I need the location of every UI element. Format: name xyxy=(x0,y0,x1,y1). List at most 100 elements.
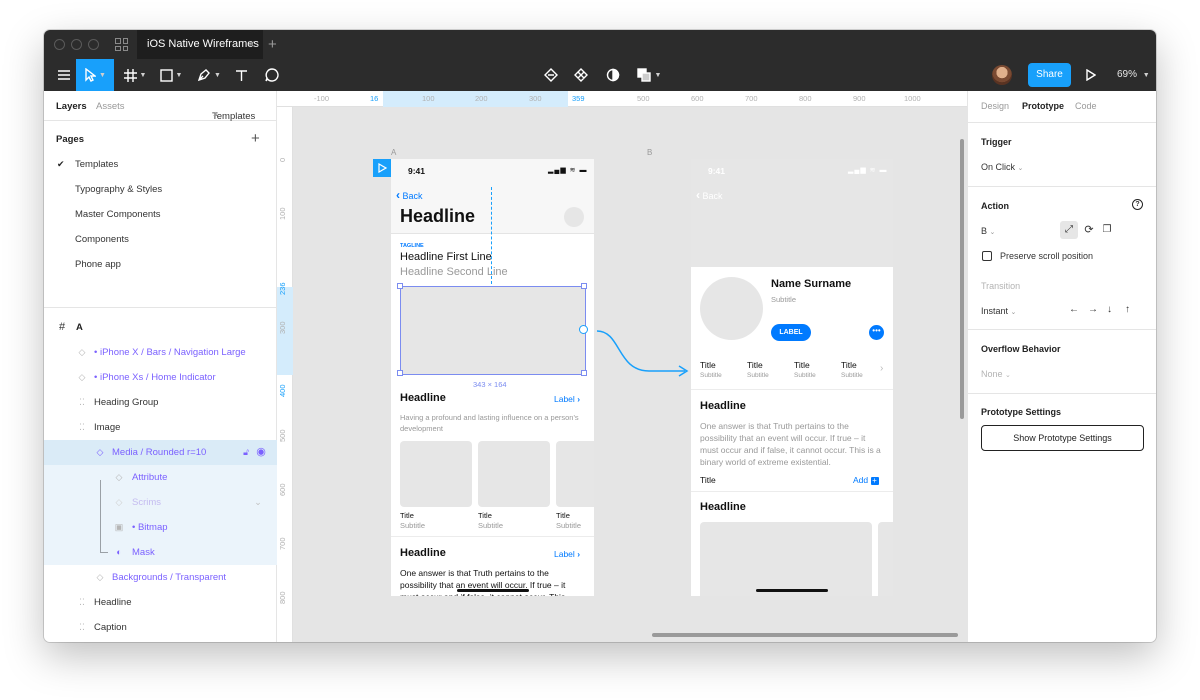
move-tool-button[interactable]: ▼ xyxy=(76,59,114,91)
pen-tool-button[interactable]: ▼ xyxy=(194,59,224,91)
navigate-icon[interactable]: ⤢ xyxy=(1060,221,1078,239)
back-button[interactable]: ‹ Back xyxy=(396,188,423,202)
layer-bitmap[interactable]: ▣ • Bitmap xyxy=(44,515,277,540)
section-headline: Headline xyxy=(700,400,746,412)
comment-tool-button[interactable] xyxy=(260,59,284,91)
frame-label-b[interactable]: B xyxy=(647,148,652,157)
unlock-icon[interactable]: 🔓︎ xyxy=(240,440,252,465)
mask-icon: ◐ xyxy=(116,547,122,557)
chevron-right-icon[interactable]: › xyxy=(880,363,883,374)
section-label-link[interactable]: Label › xyxy=(554,549,580,559)
layer-caption[interactable]: ⁚⁚ Caption xyxy=(44,615,277,640)
share-button[interactable]: Share xyxy=(1028,63,1071,87)
page-item-phone-app[interactable]: Phone app xyxy=(75,259,121,270)
add-link[interactable]: Add + xyxy=(853,475,879,485)
canvas[interactable]: -100 16 100 200 300 359 500 600 700 800 … xyxy=(277,91,967,642)
tab-code[interactable]: Code xyxy=(1075,101,1097,111)
resize-handle[interactable] xyxy=(397,370,403,376)
page-item-typography[interactable]: Typography & Styles xyxy=(75,184,162,195)
main-menu-icon[interactable] xyxy=(52,59,76,91)
trigger-dropdown[interactable]: On Click ⌄ xyxy=(981,162,1023,172)
help-icon[interactable]: ? xyxy=(1132,199,1143,210)
swap-icon[interactable]: ⟳ xyxy=(1080,221,1098,239)
card-image[interactable] xyxy=(556,441,594,507)
layer-backgrounds[interactable]: ◇ Backgrounds / Transparent xyxy=(44,565,277,590)
tab-prototype[interactable]: Prototype xyxy=(1022,101,1064,111)
media-rounded-selected[interactable] xyxy=(400,286,586,375)
frame-b[interactable]: 9:41 ▂▄▆ ≋ ▬ ‹ Back Name Surname Subtitl… xyxy=(691,159,893,596)
layer-image[interactable]: ⁚⁚ Image xyxy=(44,415,277,440)
card-image[interactable] xyxy=(700,522,872,596)
layer-mask[interactable]: ◐ Mask xyxy=(44,540,277,565)
overlay-icon[interactable]: ❐ xyxy=(1098,221,1116,239)
eye-icon[interactable]: ◉ xyxy=(255,440,267,465)
present-button[interactable] xyxy=(1082,59,1100,91)
arrow-right-icon[interactable]: → xyxy=(1088,304,1098,315)
tab-assets[interactable]: Assets xyxy=(96,101,125,112)
frame-a[interactable]: 9:41 ▂▄▆ ≋ ▬ ‹ Back Headline TAGLINE Hea… xyxy=(391,159,594,596)
document-tab[interactable]: iOS Native Wireframes × xyxy=(137,30,263,59)
prototype-connection-handle[interactable] xyxy=(579,325,588,334)
card-image[interactable] xyxy=(400,441,472,507)
chevron-down-icon: ▼ xyxy=(1142,72,1150,79)
status-icons: ▂▄▆ ≋ ▬ xyxy=(548,167,588,174)
mask-button[interactable] xyxy=(602,59,624,91)
hidden-icon[interactable]: ⌄ xyxy=(252,490,264,515)
layer-attribute[interactable]: ◇ Attribute xyxy=(44,465,277,490)
add-page-button[interactable]: + xyxy=(251,130,260,147)
close-tab-icon[interactable]: × xyxy=(248,30,255,59)
avatar[interactable] xyxy=(564,207,584,227)
boolean-ops-button[interactable]: ▼ xyxy=(634,59,664,91)
frame-label-a[interactable]: A xyxy=(391,148,396,157)
resize-handle[interactable] xyxy=(397,283,403,289)
prototype-start-button[interactable] xyxy=(373,159,391,177)
component-button[interactable] xyxy=(570,59,592,91)
ruler-tick: 359 xyxy=(572,94,585,103)
layer-media-rounded[interactable]: ◇ Media / Rounded r=10 🔓︎ ◉ xyxy=(44,440,277,465)
page-item-templates[interactable]: Templates xyxy=(75,159,118,170)
transition-dropdown[interactable]: Instant ⌄ xyxy=(981,306,1016,316)
shape-tool-button[interactable]: ▼ xyxy=(156,59,186,91)
prototype-connector[interactable] xyxy=(597,323,693,379)
preserve-scroll-checkbox[interactable] xyxy=(982,251,992,261)
page-item-components[interactable]: Components xyxy=(75,234,129,245)
profile-name: Name Surname xyxy=(771,278,852,290)
resize-handle[interactable] xyxy=(581,370,587,376)
layer-frame-a[interactable]: # A xyxy=(44,315,277,340)
close-window-button[interactable] xyxy=(54,39,65,50)
avatar[interactable] xyxy=(992,65,1012,85)
create-component-button[interactable] xyxy=(540,59,562,91)
layer-scrims[interactable]: ◇ Scrims ⌄ xyxy=(44,490,277,515)
arrow-down-icon[interactable]: ↓ xyxy=(1107,304,1112,315)
section-label-link[interactable]: Label › xyxy=(554,394,580,404)
show-prototype-settings-button[interactable]: Show Prototype Settings xyxy=(981,425,1144,451)
card-image[interactable] xyxy=(478,441,550,507)
overflow-dropdown[interactable]: None ⌄ xyxy=(981,369,1011,379)
zoom-dropdown[interactable]: 69% ▼ xyxy=(1117,59,1150,91)
text-tool-button[interactable] xyxy=(230,59,252,91)
layer-heading-group[interactable]: ⁚⁚ Heading Group xyxy=(44,390,277,415)
arrow-up-icon[interactable]: ↑ xyxy=(1125,304,1130,315)
home-indicator xyxy=(457,589,529,592)
profile-avatar[interactable] xyxy=(700,277,763,340)
layer-headline[interactable]: ⁚⁚ Headline xyxy=(44,590,277,615)
file-browser-icon[interactable] xyxy=(115,38,128,51)
card-image[interactable] xyxy=(878,522,893,596)
destination-dropdown[interactable]: B ⌄ xyxy=(981,226,995,236)
maximize-window-button[interactable] xyxy=(88,39,99,50)
tab-layers[interactable]: Layers xyxy=(56,101,87,112)
resize-handle[interactable] xyxy=(581,283,587,289)
page-item-master-components[interactable]: Master Components xyxy=(75,209,161,220)
new-tab-button[interactable]: + xyxy=(268,30,277,59)
layer-nav-large[interactable]: ◇ • iPhone X / Bars / Navigation Large xyxy=(44,340,277,365)
more-icon[interactable]: ••• xyxy=(869,325,884,340)
horizontal-scrollbar[interactable] xyxy=(652,633,958,637)
layer-home-indicator[interactable]: ◇ • iPhone Xs / Home Indicator xyxy=(44,365,277,390)
vertical-scrollbar[interactable] xyxy=(960,139,964,419)
minimize-window-button[interactable] xyxy=(71,39,82,50)
tab-design[interactable]: Design xyxy=(981,101,1009,111)
arrow-left-icon[interactable]: ← xyxy=(1069,304,1079,315)
label-button[interactable]: LABEL xyxy=(771,324,811,341)
back-button[interactable]: ‹ Back xyxy=(696,188,723,202)
frame-tool-button[interactable]: ▼ xyxy=(120,59,150,91)
